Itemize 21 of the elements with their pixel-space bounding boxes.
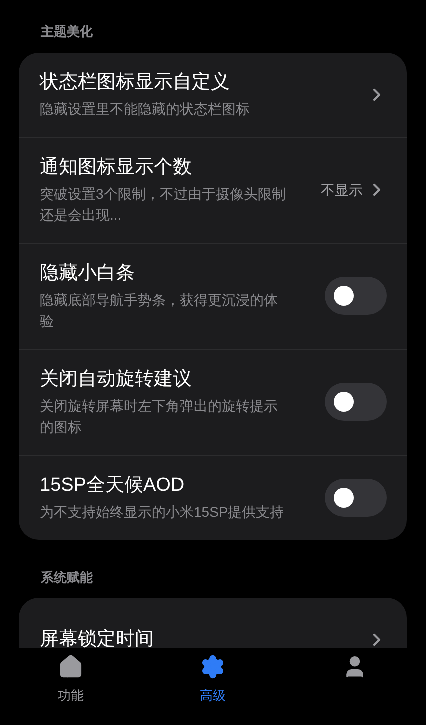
- toggle-switch[interactable]: [325, 478, 387, 516]
- setting-description: 隐藏底部导航手势条，获得更沉浸的体验: [40, 290, 279, 330]
- setting-description: 突破设置3个限制，不过由于摄像头限制还是会出现...: [40, 184, 287, 224]
- setting-title: 状态栏图标显示自定义: [40, 70, 231, 94]
- setting-description: 为不支持始终显示的小米15SP提供支持: [40, 502, 286, 522]
- setting-description: 关闭旋转屏幕时左下角弹出的旋转提示的图标: [40, 396, 279, 436]
- setting-title: 关闭自动旋转建议: [40, 368, 193, 392]
- setting-title: 15SP全天候AOD: [40, 474, 186, 498]
- nav-tab[interactable]: 高级: [200, 654, 226, 706]
- section-header: 系统赋能: [40, 568, 94, 586]
- toggle-switch[interactable]: [325, 383, 387, 421]
- settings-icon: [200, 654, 226, 680]
- home-icon: [58, 654, 84, 680]
- setting-title: 屏幕锁定时间: [40, 628, 155, 648]
- setting-title: 隐藏小白条: [40, 262, 136, 286]
- setting-title: 通知图标显示个数: [40, 156, 193, 180]
- section-header: 主题美化: [40, 23, 94, 41]
- nav-tab[interactable]: 功能: [58, 654, 84, 706]
- setting-description: 隐藏设置里不能隐藏的状态栏图标: [40, 100, 251, 118]
- toggle-switch[interactable]: [325, 277, 387, 315]
- setting-value: 不显示: [321, 180, 363, 200]
